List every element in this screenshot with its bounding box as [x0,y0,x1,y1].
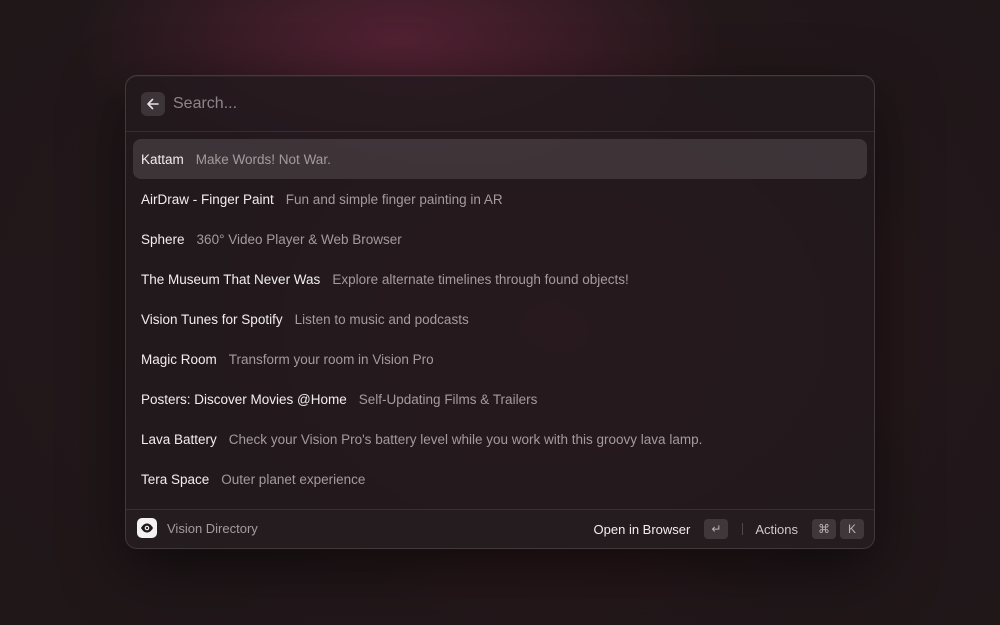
item-subtitle: Listen to music and podcasts [294,311,469,327]
divider [742,523,744,535]
item-title: Sphere [141,231,185,247]
app-name: Vision Directory [167,521,258,536]
list-item[interactable]: Lava Battery Check your Vision Pro's bat… [133,419,867,459]
open-in-browser-button[interactable]: Open in Browser [594,522,691,537]
item-subtitle: Check your Vision Pro's battery level wh… [228,431,703,447]
item-title: The Museum That Never Was [141,271,321,287]
item-subtitle: Transform your room in Vision Pro [228,351,434,367]
action-bar: Vision Directory Open in Browser ↵ Actio… [126,509,874,548]
eye-icon [141,523,153,533]
item-title: Posters: Discover Movies @Home [141,391,347,407]
search-input[interactable] [173,90,833,118]
item-subtitle: Self-Updating Films & Trailers [358,391,538,407]
command-key-icon: ⌘ [812,519,836,539]
item-subtitle: Fun and simple finger painting in AR [285,191,503,207]
item-title: Tera Space [141,471,210,487]
list-item[interactable]: Kattam Make Words! Not War. [133,139,867,179]
list-item[interactable]: Magic Room Transform your room in Vision… [133,339,867,379]
list-item[interactable]: Posters: Discover Movies @Home Self-Upda… [133,379,867,419]
item-title: Magic Room [141,351,217,367]
item-subtitle: Make Words! Not War. [195,151,331,167]
footer-actions: Open in Browser ↵ Actions ⌘ K [594,518,864,540]
item-subtitle: Explore alternate timelines through foun… [332,271,629,287]
item-title: Vision Tunes for Spotify [141,311,283,327]
back-button[interactable] [141,92,165,116]
list-item[interactable]: The Museum That Never Was Explore altern… [133,259,867,299]
results-list: Kattam Make Words! Not War. AirDraw - Fi… [133,139,867,499]
arrow-left-icon [147,98,159,110]
item-title: Lava Battery [141,431,217,447]
search-bar [126,76,874,132]
k-key: K [840,519,864,539]
command-palette-window: Kattam Make Words! Not War. AirDraw - Fi… [125,75,875,549]
list-item[interactable]: Vision Tunes for Spotify Listen to music… [133,299,867,339]
list-item[interactable]: Tera Space Outer planet experience [133,459,867,499]
item-title: AirDraw - Finger Paint [141,191,274,207]
item-subtitle: 360° Video Player & Web Browser [196,231,402,247]
actions-button[interactable]: Actions [755,522,798,537]
app-icon [137,518,157,538]
item-title: Kattam [141,151,184,167]
list-item[interactable]: Sphere 360° Video Player & Web Browser [133,219,867,259]
item-subtitle: Outer planet experience [221,471,366,487]
list-item[interactable]: AirDraw - Finger Paint Fun and simple fi… [133,179,867,219]
return-key-icon: ↵ [704,519,729,539]
